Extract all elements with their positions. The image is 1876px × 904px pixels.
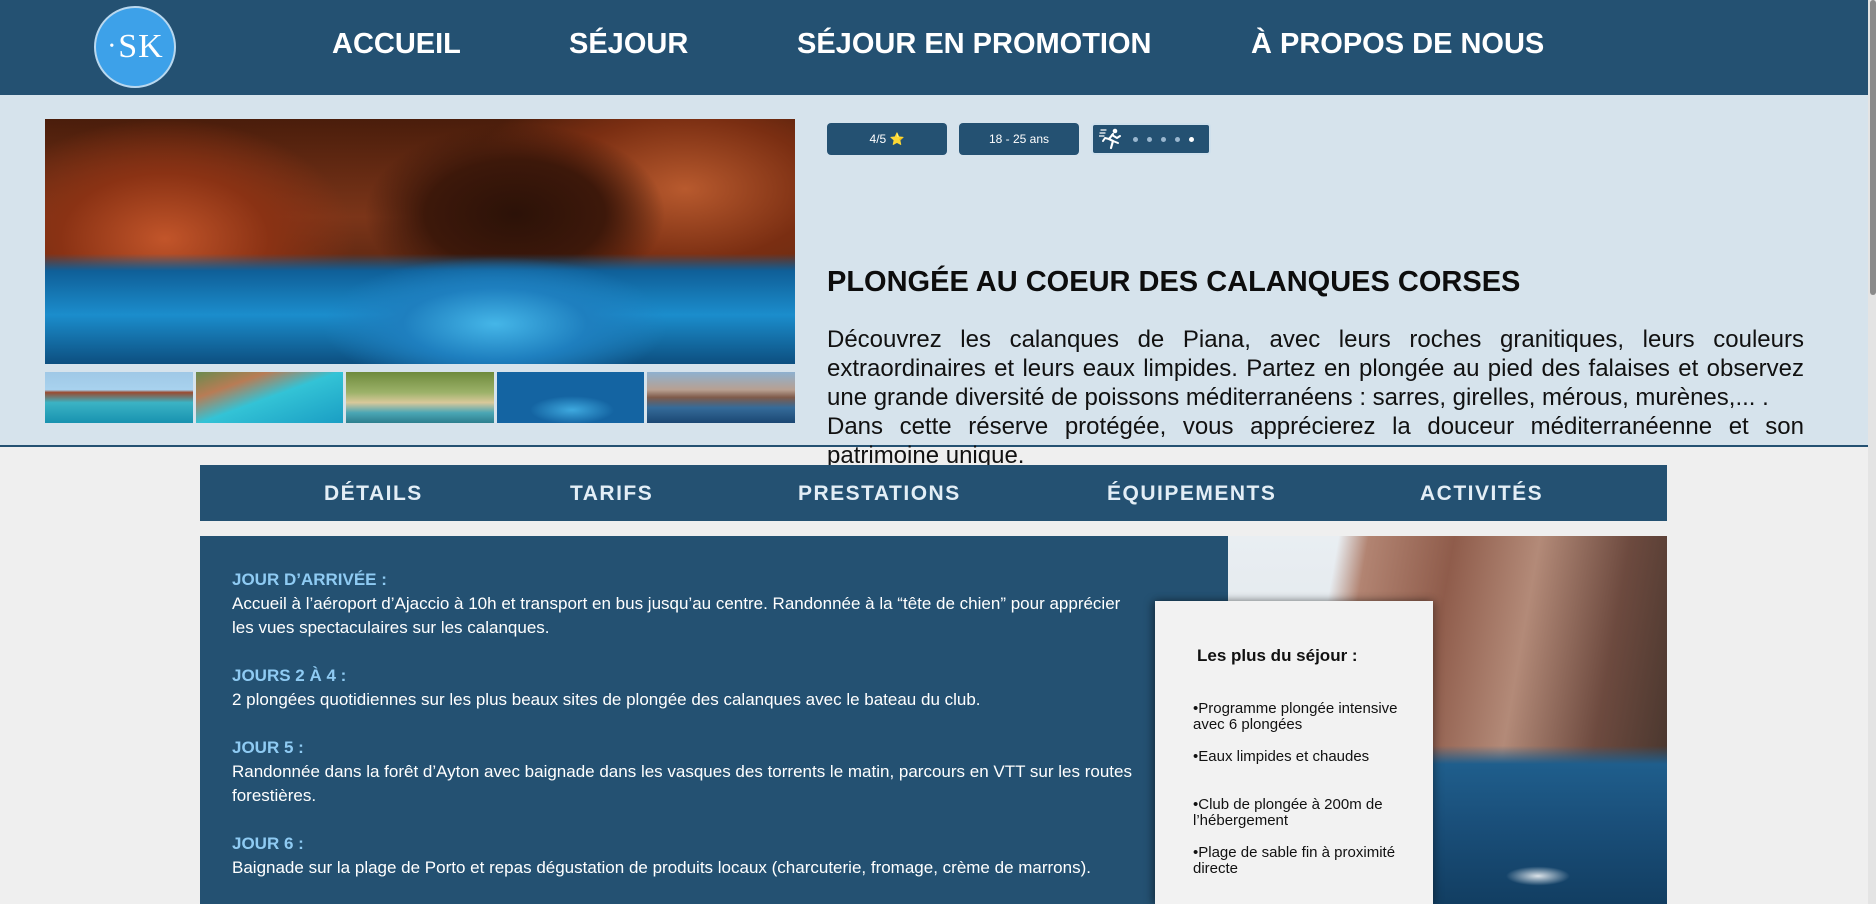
nav-link-a-propos[interactable]: À PROPOS DE NOUS (1251, 28, 1544, 61)
highlights-title: Les plus du séjour : (1197, 646, 1358, 665)
thumbnail-strip (45, 372, 795, 423)
difficulty-dot (1175, 136, 1180, 142)
highlights-card: Les plus du séjour : •Programme plongée … (1155, 601, 1433, 904)
thumbnail-5[interactable] (647, 372, 795, 423)
hero-paragraph: Découvrez les calanques de Piana, avec l… (827, 326, 1804, 411)
thumbnail-3[interactable] (346, 372, 494, 423)
highlight-item: •Plage de sable fin à proximité directe (1193, 844, 1396, 877)
day-title: JOUR D’ARRIVÉE : (232, 570, 387, 589)
day-text: Accueil à l’aéroport d’Ajaccio à 10h et … (232, 594, 1121, 637)
logo-text: SK (118, 28, 164, 65)
thumbnail-4[interactable] (496, 372, 645, 423)
rating-badge: 4/5 ⭐ (827, 123, 947, 155)
scrollbar-thumb[interactable] (1870, 0, 1876, 295)
tab-equipements[interactable]: ÉQUIPEMENTS (1107, 482, 1276, 506)
program-day: JOUR D’ARRIVÉE : Accueil à l’aéroport d’… (232, 568, 1132, 640)
program-day: JOURS 2 À 4 : 2 plongées quotidiennes su… (232, 664, 1132, 712)
top-navbar: • SK ACCUEIL SÉJOUR SÉJOUR EN PROMOTION À… (0, 0, 1876, 95)
hero-section: 4/5 ⭐ 18 - 25 ans PLONGÉE AU COEUR DES C… (0, 95, 1876, 469)
thumbnail-1[interactable] (45, 372, 193, 423)
tab-tarifs[interactable]: TARIFS (570, 482, 653, 506)
detail-tabs: DÉTAILS TARIFS PRESTATIONS ÉQUIPEMENTS A… (200, 465, 1667, 521)
day-title: JOUR 6 : (232, 834, 304, 853)
day-title: JOURS 2 À 4 : (232, 666, 347, 685)
running-person-icon (1099, 128, 1121, 150)
nav-link-sejour[interactable]: SÉJOUR (569, 28, 688, 61)
hero-description: Découvrez les calanques de Piana, avec l… (827, 325, 1804, 470)
hero-paragraph: Dans cette réserve protégée, vous appréc… (827, 413, 1804, 469)
page-title: PLONGÉE AU COEUR DES CALANQUES CORSES (827, 266, 1521, 298)
nav-link-sejour-promotion[interactable]: SÉJOUR EN PROMOTION (797, 28, 1152, 61)
nav-link-accueil[interactable]: ACCUEIL (332, 28, 461, 61)
program-panel: JOUR D’ARRIVÉE : Accueil à l’aéroport d’… (200, 536, 1228, 904)
difficulty-dots (1133, 136, 1194, 142)
day-text: Randonnée dans la forêt d’Ayton avec bai… (232, 762, 1132, 805)
difficulty-dot (1133, 136, 1138, 142)
day-text: 2 plongées quotidiennes sur les plus bea… (232, 690, 981, 709)
highlight-item: •Eaux limpides et chaudes (1193, 748, 1370, 765)
program-day: JOUR 6 : Baignade sur la plage de Porto … (232, 832, 1132, 880)
info-badges: 4/5 ⭐ 18 - 25 ans (827, 123, 1211, 155)
difficulty-dot (1147, 136, 1152, 142)
tab-activites[interactable]: ACTIVITÉS (1420, 482, 1543, 506)
highlight-item: •Club de plongée à 200m de l’hébergement (1193, 796, 1383, 829)
difficulty-dot (1161, 136, 1166, 142)
difficulty-dot (1189, 136, 1194, 142)
tab-details[interactable]: DÉTAILS (324, 482, 423, 506)
thumbnail-2[interactable] (195, 372, 344, 423)
day-title: JOUR 5 : (232, 738, 304, 757)
day-text: Baignade sur la plage de Porto et repas … (232, 858, 1091, 877)
main-cave-photo (45, 119, 795, 364)
tab-prestations[interactable]: PRESTATIONS (798, 482, 961, 506)
age-badge: 18 - 25 ans (959, 123, 1079, 155)
site-logo[interactable]: • SK (94, 6, 176, 88)
difficulty-badge (1091, 123, 1211, 155)
highlight-item: •Programme plongée intensive avec 6 plon… (1193, 700, 1398, 733)
program-day: JOUR 5 : Randonnée dans la forêt d’Ayton… (232, 736, 1132, 808)
